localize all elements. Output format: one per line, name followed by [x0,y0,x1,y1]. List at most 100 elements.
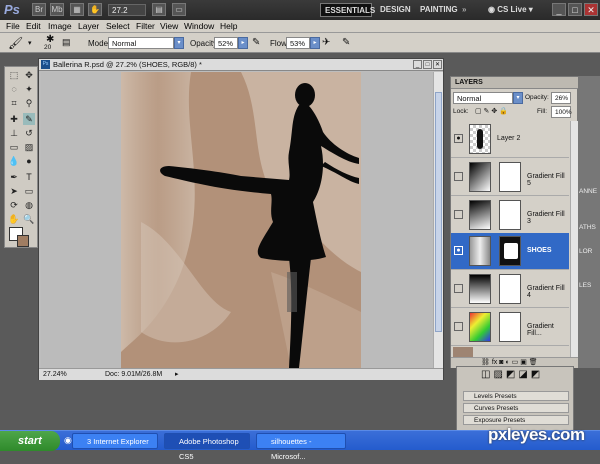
opacity-arrow[interactable]: ▸ [238,37,248,49]
cs-live-button[interactable]: ◉ CS Live ▾ [484,3,537,17]
gradient-tool-icon[interactable]: ▨ [23,141,35,153]
fill-field[interactable]: 100% [551,106,572,118]
eyedropper-icon[interactable]: ⚲ [23,97,35,109]
folder-icon[interactable]: ▭ [512,359,519,366]
zoom-level-select[interactable]: 27.2 [108,4,146,16]
close-icon[interactable]: ✕ [584,3,598,16]
doc-minimize-icon[interactable]: _ [413,60,422,69]
menu-view[interactable]: View [160,21,178,31]
screen-mode-icon[interactable]: ▭ [172,3,186,16]
dodge-tool-icon[interactable]: ● [23,155,35,167]
quick-select-icon[interactable]: ✦ [23,83,35,95]
fx-icon[interactable]: fx [492,359,497,366]
background-color-swatch[interactable] [17,235,29,247]
eye-icon[interactable] [454,172,463,181]
eye-icon[interactable] [454,210,463,219]
doc-size-readout[interactable]: Doc: 9.01M/26.8M [105,369,162,380]
layer-opacity-field[interactable]: 26% [551,92,571,104]
arrange-documents-icon[interactable]: ▤ [152,3,166,16]
document-tab[interactable]: Ps Ballerina R.psd @ 27.2% (SHOES, RGB/8… [39,59,443,71]
blur-tool-icon[interactable]: 💧 [8,155,20,167]
healing-brush-icon[interactable]: ✚ [8,113,20,125]
flow-field[interactable]: 53% [286,37,310,49]
adjustment-layer-icon[interactable]: ◐ [505,359,509,366]
layer-row[interactable]: ● Layer 2 [451,121,569,158]
layer-row[interactable]: Gradient Fill 5 [451,159,569,196]
maximize-icon[interactable]: □ [568,3,582,16]
doc-close-icon[interactable]: ✕ [433,60,442,69]
move-tool-icon[interactable]: ✥ [23,69,35,81]
eye-icon[interactable]: ● [454,134,463,143]
menu-select[interactable]: Select [106,21,130,31]
opacity-field[interactable]: 52% [214,37,238,49]
workspace-painting-button[interactable]: PAINTING [416,3,462,17]
layer-row[interactable]: Gradient Fill 3 [451,197,569,234]
menu-file[interactable]: File [6,21,20,31]
3d-orbit-icon[interactable]: ◍ [23,199,35,211]
styles-tab[interactable]: LES [579,282,591,289]
type-tool-icon[interactable]: T [23,171,35,183]
menu-layer[interactable]: Layer [78,21,99,31]
crop-tool-icon[interactable]: ⌗ [8,97,20,109]
pen-tool-icon[interactable]: ✒ [8,171,20,183]
workspace-essentials-button[interactable]: ESSENTIALS [320,3,375,17]
background-layer-thumbnail[interactable] [453,347,473,357]
airbrush-icon[interactable]: ✈ [322,37,330,48]
adjustment-preset-row[interactable]: Exposure Presets [463,415,569,425]
taskbar-item-ie[interactable]: 3 Internet Explorer [72,433,158,449]
start-button[interactable]: start [0,431,60,451]
workspace-more-button[interactable]: » [458,3,470,17]
marquee-tool-icon[interactable]: ⬚ [8,69,20,81]
adjustment-preset-row[interactable]: Curves Presets [463,403,569,413]
layers-scrollbar[interactable] [570,121,578,357]
brush-panel-icon[interactable]: ▤ [62,37,71,48]
minimize-icon[interactable]: _ [552,3,566,16]
pressure-opacity-icon[interactable]: ✎ [252,37,260,48]
hand-icon[interactable]: ✋ [8,213,20,225]
bridge-icon[interactable]: Br [32,3,46,16]
menu-help[interactable]: Help [220,21,237,31]
workspace-design-button[interactable]: DESIGN [376,3,415,17]
zoom-readout[interactable]: 27.24% [43,369,67,380]
status-menu-arrow-icon[interactable]: ▸ [175,369,179,380]
eraser-icon[interactable]: ▭ [8,141,20,153]
lock-icons[interactable]: ▢ ✎ ✥ 🔒 [475,107,508,115]
eye-icon[interactable]: ● [454,246,463,255]
trash-icon[interactable]: 🗑 [529,359,538,366]
view-extras-icon[interactable]: ▦ [70,3,84,16]
adjustment-preset-row[interactable]: Levels Presets [463,391,569,401]
layer-row[interactable]: Gradient Fill... [451,309,569,346]
mode-select[interactable]: Normal [108,37,174,49]
brush-tool-active-icon[interactable]: ✎ [23,113,35,125]
ballerina-canvas-image[interactable] [121,72,361,368]
color-tab[interactable]: LOR [579,248,592,255]
link-icon[interactable]: ⛓ [481,359,490,366]
3d-rotate-icon[interactable]: ⟳ [8,199,20,211]
dropdown-arrow-icon[interactable]: ▾ [28,39,32,47]
flow-arrow[interactable]: ▸ [310,37,320,49]
minibridge-icon[interactable]: Mb [50,3,64,16]
hand-tool-icon[interactable]: ✋ [88,3,102,16]
blend-mode-select[interactable]: Normal [453,92,513,104]
pressure-size-icon[interactable]: ✎ [342,37,350,48]
adjustment-icons-row[interactable]: ◫▨◩◪◩ [481,369,543,380]
layers-tab[interactable]: LAYERS [451,77,579,89]
scrollbar-thumb[interactable] [435,92,442,332]
taskbar-item-word[interactable]: silhouettes - Microsof... [256,433,346,461]
layer-row-selected[interactable]: ● SHOES [451,233,569,270]
menu-edit[interactable]: Edit [26,21,41,31]
taskbar-item-photoshop[interactable]: Adobe Photoshop CS5 [164,433,250,461]
menu-filter[interactable]: Filter [136,21,155,31]
zoom-tool-icon[interactable]: 🔍 [23,213,35,225]
add-mask-icon[interactable]: ◙ [499,359,503,366]
eye-icon[interactable] [454,322,463,331]
path-select-icon[interactable]: ➤ [8,185,20,197]
lasso-tool-icon[interactable]: ◌ [8,83,20,95]
doc-maximize-icon[interactable]: □ [423,60,432,69]
eye-icon[interactable] [454,284,463,293]
paths-tab[interactable]: ATHS [579,224,596,231]
menu-image[interactable]: Image [48,21,72,31]
brush-tool-icon[interactable]: 🖌 [8,36,23,50]
layer-row[interactable]: Gradient Fill 4 [451,271,569,308]
shape-tool-icon[interactable]: ▭ [23,185,35,197]
